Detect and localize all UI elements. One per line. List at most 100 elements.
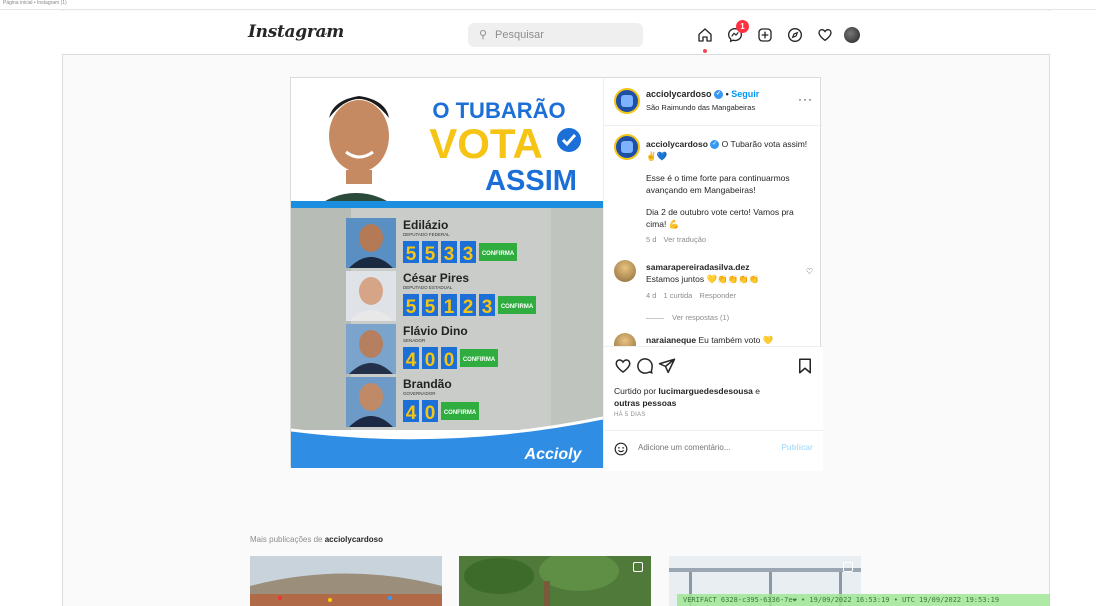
svg-text:2: 2 xyxy=(463,297,474,318)
caption: acciolycardoso ✓ O Tubarão vota assim! ✌… xyxy=(646,138,816,246)
comment-username[interactable]: samarapereiradasilva.dez xyxy=(646,262,749,272)
verified-icon: ✓ xyxy=(710,140,720,150)
search-icon: ⚲ xyxy=(479,29,488,41)
reply-button[interactable]: Responder xyxy=(699,291,736,300)
home-active-dot xyxy=(703,49,707,53)
svg-text:5: 5 xyxy=(406,297,417,318)
post-location[interactable]: São Raimundo das Mangabeiras xyxy=(646,103,755,112)
svg-text:4: 4 xyxy=(406,350,417,371)
campaign-poster: O TUBARÃO VOTA ASSIM Edilázio DEPUTADO F… xyxy=(291,78,603,468)
post-header: acciolycardoso ✓ • Seguir São Raimundo d… xyxy=(604,78,823,126)
comment-input[interactable] xyxy=(638,443,778,452)
more-posts-user[interactable]: acciolycardoso xyxy=(325,535,383,544)
verifact-watermark: VERIFACT 6328-c395-6336-7e❤ • 19/09/2022… xyxy=(677,594,1050,606)
follow-button[interactable]: Seguir xyxy=(731,89,759,99)
svg-text:CONFIRMA: CONFIRMA xyxy=(444,410,477,416)
liked-by-prefix: Curtido por xyxy=(614,386,659,396)
translate-link[interactable]: Ver tradução xyxy=(664,235,707,244)
svg-text:CONFIRMA: CONFIRMA xyxy=(482,251,515,257)
author-line: acciolycardoso ✓ • Seguir xyxy=(646,89,759,100)
svg-text:0: 0 xyxy=(425,350,436,371)
browser-top-strip: Página inicial • Instagram (1) xyxy=(0,0,1096,10)
home-icon[interactable] xyxy=(694,24,716,46)
comments-area: acciolycardoso ✓ O Tubarão vota assim! ✌… xyxy=(604,126,823,346)
emoji-icon[interactable] xyxy=(614,442,628,456)
messages-badge: 1 xyxy=(736,20,749,33)
comment-body: naraianeque Eu também voto 💛 xyxy=(646,334,796,346)
svg-text:3: 3 xyxy=(482,297,493,318)
publish-button[interactable]: Publicar xyxy=(781,443,813,452)
comment-text: Estamos juntos 💛👏👏👏👏 xyxy=(646,274,760,284)
svg-text:CONFIRMA: CONFIRMA xyxy=(501,304,534,310)
commenter-avatar[interactable] xyxy=(614,333,636,346)
multiple-photos-icon xyxy=(843,562,853,572)
chevron-down-icon[interactable]: ⌄ xyxy=(321,27,329,38)
liked-by-suffix: e xyxy=(752,386,760,396)
candidate-role: SENADOR xyxy=(403,338,426,343)
caption-age: 5 d xyxy=(646,235,657,244)
liked-by-others[interactable]: outras pessoas xyxy=(614,398,676,408)
search-input[interactable]: Pesquisar xyxy=(495,29,544,41)
multiple-photos-icon xyxy=(633,562,643,572)
caption-text-line2: Esse é o time forte para continuarmos av… xyxy=(646,173,790,195)
candidate-role: GOVERNADOR xyxy=(403,391,436,396)
liked-by-user[interactable]: lucimarguedesdesousa xyxy=(658,386,752,396)
liked-by: Curtido por lucimarguedesdesousa e outra… xyxy=(614,385,814,409)
svg-text:CONFIRMA: CONFIRMA xyxy=(463,357,496,363)
comment-text: Eu também voto 💛 xyxy=(698,335,774,345)
svg-text:4: 4 xyxy=(406,403,417,424)
comment-likes[interactable]: 1 curtida xyxy=(664,291,693,300)
new-post-icon[interactable] xyxy=(754,24,776,46)
search-box[interactable]: ⚲ Pesquisar xyxy=(468,23,643,47)
post-actions: Curtido por lucimarguedesdesousa e outra… xyxy=(604,346,823,471)
grid-thumbnail[interactable] xyxy=(250,556,442,606)
comment-body: samarapereiradasilva.dez Estamos juntos … xyxy=(646,261,796,285)
poster-headline-3: ASSIM xyxy=(485,165,577,197)
post-time-ago[interactable]: HÁ 5 DIAS xyxy=(614,412,646,418)
more-posts-prefix: Mais publicações de xyxy=(250,535,325,544)
svg-text:5: 5 xyxy=(425,244,436,265)
comment-icon[interactable] xyxy=(636,357,654,375)
candidate-role: DEPUTADO FEDERAL xyxy=(403,232,450,237)
poster-brand: Accioly xyxy=(524,446,583,463)
comment-age: 4 d xyxy=(646,291,657,300)
profile-avatar[interactable] xyxy=(844,27,860,43)
svg-text:5: 5 xyxy=(425,297,436,318)
more-options-icon[interactable]: ··· xyxy=(798,92,813,106)
like-icon[interactable] xyxy=(614,357,632,375)
svg-text:0: 0 xyxy=(444,350,455,371)
caption-text-line3: Dia 2 de outubro vote certo! Vamos pra c… xyxy=(646,207,794,229)
view-replies-link[interactable]: Ver respostas (1) xyxy=(646,313,729,322)
comment-like-icon[interactable]: ♡ xyxy=(806,267,813,276)
explore-icon[interactable] xyxy=(784,24,806,46)
candidate-name: Edilázio xyxy=(403,218,448,232)
add-comment-bar: Publicar xyxy=(604,430,823,468)
svg-text:3: 3 xyxy=(444,244,455,265)
caption-avatar[interactable] xyxy=(614,134,640,160)
comment-username[interactable]: naraianeque xyxy=(646,335,696,345)
verified-icon: ✓ xyxy=(714,90,724,100)
caption-username[interactable]: acciolycardoso xyxy=(646,139,708,149)
grid-thumbnail[interactable] xyxy=(459,556,651,606)
candidate-name: Brandão xyxy=(403,377,452,391)
svg-text:0: 0 xyxy=(425,403,436,424)
share-icon[interactable] xyxy=(658,357,676,375)
svg-text:5: 5 xyxy=(406,244,417,265)
post-image[interactable]: O TUBARÃO VOTA ASSIM Edilázio DEPUTADO F… xyxy=(291,78,603,468)
author-username[interactable]: acciolycardoso xyxy=(646,89,712,99)
post-card: O TUBARÃO VOTA ASSIM Edilázio DEPUTADO F… xyxy=(290,77,823,471)
save-bookmark-icon[interactable] xyxy=(796,357,814,375)
caption-meta: 5 d Ver tradução xyxy=(646,234,816,246)
commenter-avatar[interactable] xyxy=(614,260,636,282)
activity-heart-icon[interactable] xyxy=(814,24,836,46)
author-avatar[interactable] xyxy=(614,88,640,114)
candidate-name: César Pires xyxy=(403,271,469,285)
comment-meta: 4 d 1 curtida Responder xyxy=(646,291,741,300)
instagram-logo[interactable]: Instagram xyxy=(248,22,344,42)
svg-text:1: 1 xyxy=(444,297,455,318)
svg-text:3: 3 xyxy=(463,244,474,265)
poster-headline-2: VOTA xyxy=(429,120,543,167)
separator-dot: • xyxy=(725,89,729,99)
browser-tab-title: Página inicial • Instagram (1) xyxy=(3,0,67,6)
top-navigation: Instagram ⌄ ⚲ Pesquisar 1 xyxy=(62,11,1050,55)
